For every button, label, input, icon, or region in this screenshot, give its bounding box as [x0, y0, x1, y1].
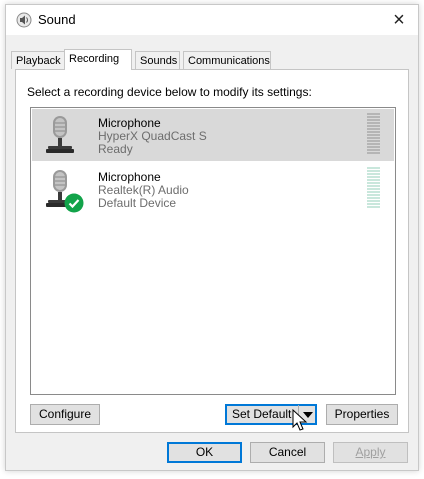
window-title: Sound — [38, 12, 76, 27]
apply-button: Apply — [333, 442, 408, 463]
tab-communications[interactable]: Communications — [183, 51, 271, 69]
device-description: HyperX QuadCast S — [98, 129, 207, 143]
instruction-text: Select a recording device below to modif… — [27, 85, 312, 99]
ok-button[interactable]: OK — [167, 442, 242, 463]
close-icon[interactable]: × — [386, 7, 412, 33]
title-bar[interactable]: Sound × — [6, 5, 418, 35]
device-list[interactable]: Microphone HyperX QuadCast S Ready Micro… — [30, 107, 396, 395]
set-default-label: Set Default — [232, 407, 292, 421]
device-name: Microphone — [98, 116, 161, 130]
chevron-down-icon — [303, 412, 313, 418]
tab-sounds[interactable]: Sounds — [135, 51, 180, 69]
device-description: Realtek(R) Audio — [98, 183, 189, 197]
device-name: Microphone — [98, 170, 161, 184]
device-status: Default Device — [98, 196, 177, 210]
configure-button[interactable]: Configure — [30, 404, 100, 425]
microphone-icon — [46, 116, 74, 153]
set-default-dropdown[interactable] — [298, 405, 316, 424]
sound-dialog: Sound × Playback Recording Sounds Commun… — [5, 4, 419, 471]
device-status: Ready — [98, 142, 133, 156]
recording-panel: Select a recording device below to modif… — [15, 69, 409, 433]
default-check-icon — [64, 193, 84, 213]
properties-button[interactable]: Properties — [326, 404, 398, 425]
tab-playback[interactable]: Playback — [11, 51, 65, 69]
speaker-icon — [16, 12, 32, 28]
set-default-button[interactable]: Set Default — [225, 404, 317, 425]
cancel-button[interactable]: Cancel — [250, 442, 325, 463]
level-meter — [367, 167, 380, 208]
device-item-hyperx-quadcast[interactable]: Microphone HyperX QuadCast S Ready — [32, 109, 394, 161]
level-meter — [367, 113, 380, 154]
device-item-realtek-audio[interactable]: Microphone Realtek(R) Audio Default Devi… — [32, 163, 394, 215]
tab-recording[interactable]: Recording — [64, 49, 132, 70]
